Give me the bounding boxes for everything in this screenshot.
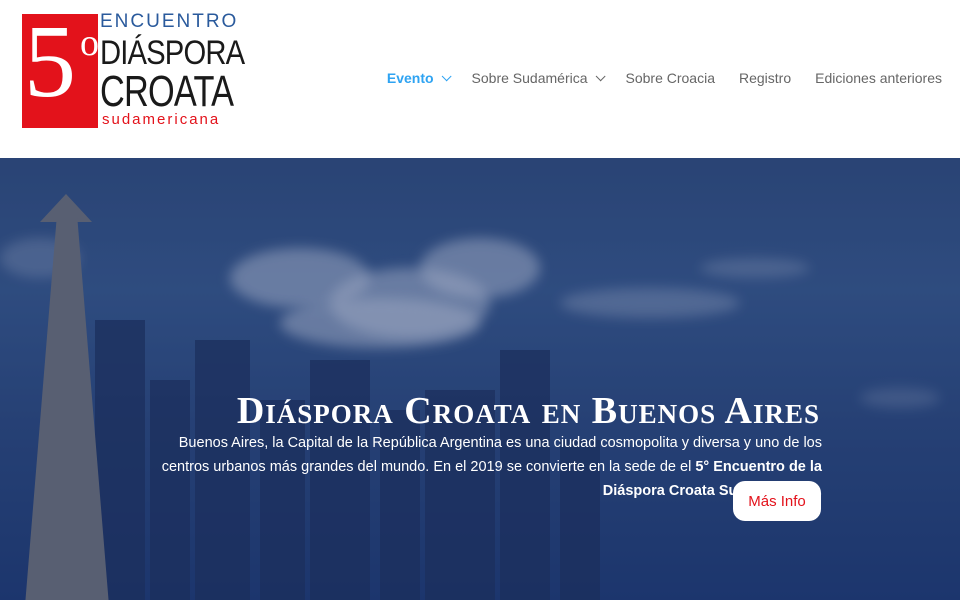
logo-diaspora: DIÁSPORA (100, 34, 245, 72)
nav-item-registro[interactable]: Registro (739, 68, 791, 88)
logo-degree: o (80, 22, 99, 64)
nav-item-sobre-sudamerica[interactable]: Sobre Sudamérica (471, 68, 606, 88)
hero-title: Diáspora Croata en Buenos Aires (236, 390, 820, 433)
chevron-down-icon (595, 70, 606, 81)
logo-croata: CROATA (100, 67, 234, 116)
site-logo[interactable]: 5 o ENCUENTRO DIÁSPORA CROATA sudamerica… (22, 10, 245, 130)
nav-item-label: Evento (386, 70, 434, 86)
nav-item-label: Registro (739, 70, 792, 86)
logo-red-block: 5 o (22, 10, 99, 128)
hero-banner: Diáspora Croata en Buenos Aires Buenos A… (0, 158, 960, 600)
nav-item-evento[interactable]: Evento (386, 68, 452, 88)
logo-sudamericana: sudamericana (102, 111, 221, 128)
chevron-down-icon (441, 70, 452, 81)
mas-info-button[interactable]: Más Info (733, 481, 821, 521)
hero-overlay (0, 158, 960, 600)
logo-encuentro: ENCUENTRO (100, 11, 239, 32)
site-header: 5 o ENCUENTRO DIÁSPORA CROATA sudamerica… (0, 0, 960, 158)
main-nav: Evento Sobre Sudamérica Sobre Croacia Re… (363, 68, 942, 88)
nav-item-label: Sobre Croacia (625, 70, 716, 86)
nav-item-sobre-croacia[interactable]: Sobre Croacia (626, 68, 716, 88)
nav-item-ediciones-anteriores[interactable]: Ediciones anteriores (815, 68, 942, 88)
hero-description: Buenos Aires, la Capital de la República… (130, 431, 822, 503)
nav-item-label: Sobre Sudamérica (471, 70, 588, 86)
nav-item-label: Ediciones anteriores (815, 70, 942, 86)
logo-number: 5 (24, 4, 76, 119)
